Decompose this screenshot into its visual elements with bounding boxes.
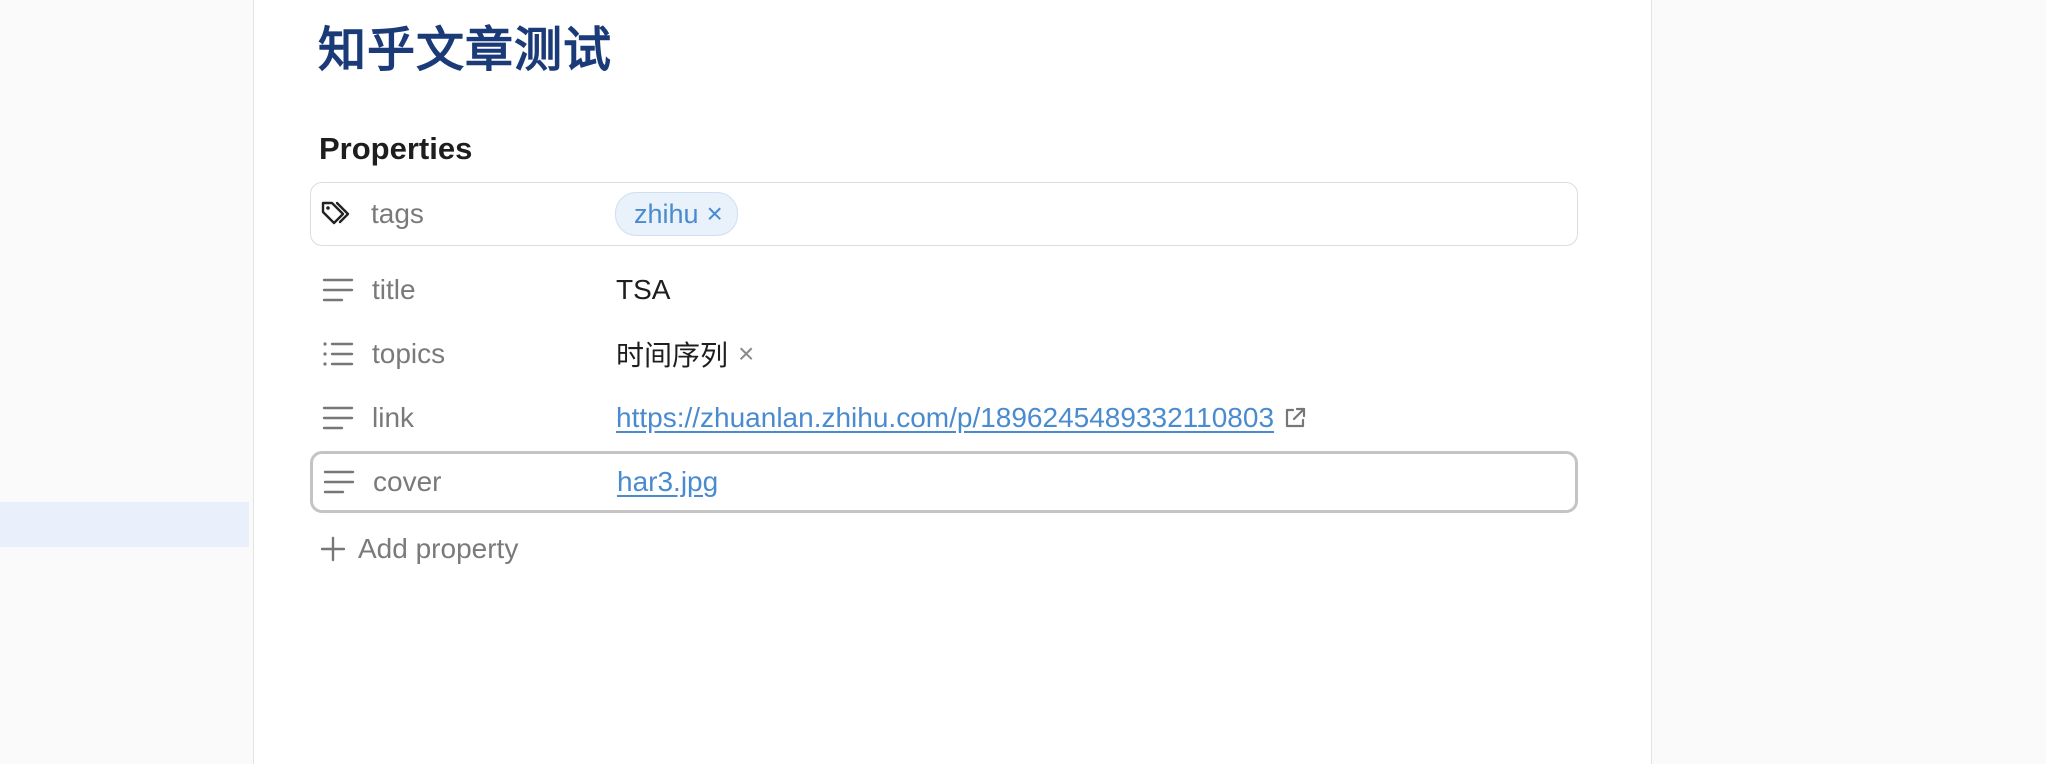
property-value-link[interactable]: https://zhuanlan.zhihu.com/p/18962454893…	[616, 402, 1308, 434]
property-row-tags[interactable]: tags zhihu ×	[310, 182, 1578, 246]
text-icon	[321, 464, 357, 500]
property-value-topics[interactable]: 时间序列 ×	[616, 334, 754, 374]
property-key[interactable]: cover	[373, 466, 441, 498]
property-key[interactable]: title	[372, 274, 416, 306]
tag-pill[interactable]: zhihu ×	[615, 192, 738, 236]
property-row-cover[interactable]: cover har3.jpg	[310, 451, 1578, 513]
external-link[interactable]: https://zhuanlan.zhihu.com/p/18962454893…	[616, 402, 1274, 434]
note-editor: 知乎文章测试 Properties tags zhihu × title TSA…	[254, 0, 1650, 764]
external-link-icon[interactable]	[1282, 405, 1308, 431]
tag-remove-icon[interactable]: ×	[707, 200, 723, 228]
text-icon	[320, 272, 356, 308]
tag-label[interactable]: zhihu	[634, 199, 699, 230]
list-item[interactable]: 时间序列	[616, 334, 728, 374]
property-key[interactable]: topics	[372, 338, 445, 370]
add-property-label: Add property	[358, 533, 519, 564]
property-row-topics[interactable]: topics 时间序列 ×	[310, 324, 1578, 384]
property-key[interactable]: tags	[371, 198, 424, 230]
property-value-title[interactable]: TSA	[616, 274, 670, 306]
page-title[interactable]: 知乎文章测试	[318, 20, 612, 80]
right-sidebar-pane	[1651, 0, 2046, 764]
property-key[interactable]: link	[372, 402, 414, 434]
internal-link[interactable]: har3.jpg	[617, 466, 718, 498]
add-property-button[interactable]: Add property	[320, 533, 518, 565]
selected-file-row[interactable]	[0, 502, 249, 547]
properties-heading[interactable]: Properties	[319, 131, 472, 167]
list-item-remove-icon[interactable]: ×	[738, 338, 754, 370]
tags-icon	[319, 196, 355, 232]
property-value-tags[interactable]: zhihu ×	[615, 192, 738, 236]
text-icon	[320, 400, 356, 436]
property-value-cover[interactable]: har3.jpg	[617, 466, 718, 498]
property-row-link[interactable]: link https://zhuanlan.zhihu.com/p/189624…	[310, 388, 1578, 448]
file-explorer-pane	[0, 0, 254, 764]
list-icon	[320, 336, 356, 372]
plus-icon	[320, 536, 346, 562]
property-row-title[interactable]: title TSA	[310, 260, 1578, 320]
